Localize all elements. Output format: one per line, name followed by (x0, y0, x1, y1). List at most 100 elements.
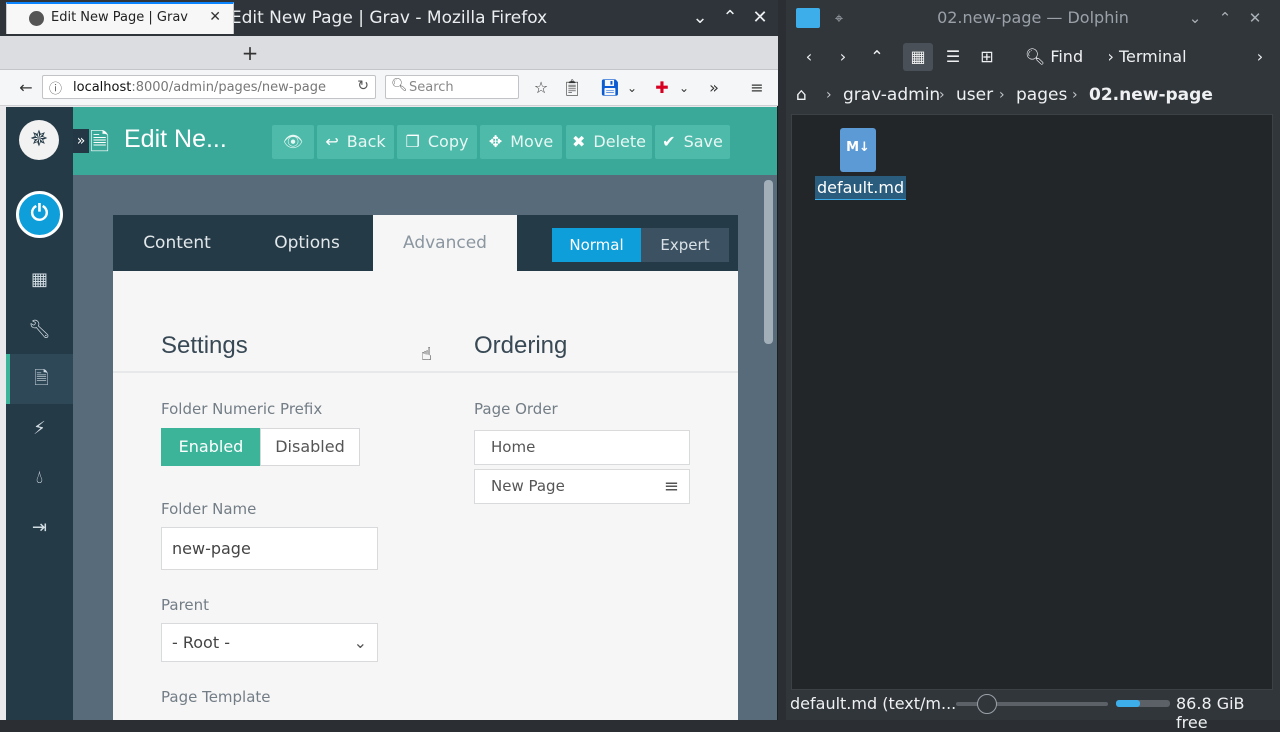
tab-content[interactable]: Content (113, 215, 241, 271)
save-dropdown-icon[interactable]: ⌄ (620, 77, 644, 99)
home-icon[interactable]: ⌂ (796, 84, 818, 106)
copy-button[interactable]: ❐ Copy (397, 125, 477, 159)
chevron-down-icon: ⌄ (353, 633, 367, 652)
close-window-icon[interactable]: ✕ (749, 7, 771, 29)
close-window-icon[interactable]: ✕ (1244, 7, 1266, 29)
delete-button[interactable]: ✖ Delete (566, 125, 652, 159)
addon-icon[interactable]: ✚ (650, 77, 674, 99)
site-info-icon[interactable]: ⓘ (49, 78, 62, 97)
page-scrollbar[interactable] (764, 180, 773, 344)
maximize-icon[interactable]: ⌃ (1214, 7, 1236, 29)
breadcrumb-pages[interactable]: pages (1016, 84, 1067, 106)
icons-view-icon[interactable]: ▦ (903, 43, 933, 71)
save-button[interactable]: ✔ Save (655, 125, 730, 159)
sidebar-item-themes[interactable]: 💧︎ (6, 453, 73, 503)
details-view-icon[interactable]: ⊞ (972, 43, 1002, 71)
expand-sidebar-icon[interactable]: » (73, 129, 89, 153)
file-view[interactable]: M↓ default.md (791, 114, 1273, 690)
tab-options[interactable]: Options (241, 215, 373, 271)
bookmark-star-icon[interactable]: ☆ (529, 77, 553, 99)
markdown-file-icon[interactable]: M↓ (840, 128, 876, 172)
search-icon: 🔍︎ (1024, 47, 1046, 66)
md-glyph: M↓ (846, 140, 870, 155)
save-label: Save (683, 132, 723, 151)
folder-prefix-label: Folder Numeric Prefix (161, 400, 323, 418)
plug-icon: ⚡︎ (33, 418, 46, 439)
tab-close-icon[interactable]: ✕ (209, 9, 221, 25)
tab-strip (0, 36, 778, 70)
zoom-slider-handle[interactable] (977, 694, 997, 714)
addon-dropdown-icon[interactable]: ⌄ (672, 77, 696, 99)
page-template-label: Page Template (161, 688, 271, 706)
up-chevron-icon[interactable]: ⌃ (866, 43, 888, 71)
sidebar-item-pages[interactable]: 🗎 (6, 354, 73, 404)
forward-chevron-icon[interactable]: › (832, 43, 854, 71)
minimize-icon[interactable]: ⌄ (689, 7, 711, 29)
settings-heading: Settings (161, 332, 248, 359)
grav-logo[interactable]: ✵ (19, 120, 59, 160)
file-name-label[interactable]: default.md (815, 176, 907, 200)
file-icon: 🗎 (34, 368, 49, 389)
breadcrumb-separator: › (939, 87, 945, 103)
back-arrow-icon[interactable]: ← (14, 77, 38, 99)
delete-label: Delete (593, 132, 646, 151)
free-space-fill (1116, 700, 1140, 707)
new-tab-icon[interactable]: + (240, 40, 260, 66)
parent-label: Parent (161, 596, 210, 614)
breadcrumb-grav-admin[interactable]: grav-admin (843, 84, 940, 106)
search-bar[interactable]: 🔍︎ Search (385, 75, 519, 99)
page-icon: 🗎 (90, 129, 110, 156)
drag-handle-icon[interactable]: ≡ (664, 470, 679, 503)
more-chevron-icon[interactable]: › (1250, 43, 1270, 71)
mode-expert-button[interactable]: Expert (641, 228, 729, 262)
folder-name-label: Folder Name (161, 500, 257, 518)
dolphin-titlebar: ⌖ 02.new-page — Dolphin ⌄ ⌃ ✕ (786, 0, 1280, 36)
url-bar[interactable]: ⓘ localhost:8000/admin/pages/new-page ↻ (42, 75, 376, 99)
order-item-home[interactable]: Home (474, 430, 690, 465)
reload-icon[interactable]: ↻ (357, 78, 369, 94)
sidebar-item-configuration[interactable]: 🔧︎ (6, 305, 73, 355)
maximize-icon[interactable]: ⌃ (719, 7, 741, 29)
ordering-heading: Ordering (474, 332, 568, 359)
compact-view-icon[interactable]: ☰ (938, 43, 968, 71)
search-placeholder: Search (409, 80, 454, 95)
tab-advanced[interactable]: Advanced (373, 215, 517, 271)
mode-normal-button[interactable]: Normal (552, 228, 641, 262)
free-space-text: 86.8 GiB free (1176, 694, 1245, 732)
close-icon: ✖ (572, 132, 586, 151)
save-disk-icon[interactable]: 💾︎ (598, 77, 622, 99)
hamburger-menu-icon[interactable]: ≡ (745, 77, 769, 99)
terminal-button[interactable]: › Terminal (1100, 43, 1194, 71)
move-label: Move (510, 132, 554, 151)
preview-button[interactable]: 👁︎ (272, 125, 314, 159)
user-avatar[interactable]: ⏻ (16, 191, 63, 238)
back-button[interactable]: ↩ Back (317, 125, 394, 159)
find-button[interactable]: 🔍︎ Find (1022, 43, 1086, 71)
prefix-enabled-toggle[interactable]: Enabled (161, 428, 261, 466)
breadcrumb-separator: › (1072, 87, 1078, 103)
copy-label: Copy (427, 132, 469, 151)
order-item-new-page[interactable]: New Page ≡ (474, 469, 690, 504)
page-order-label: Page Order (474, 400, 558, 418)
sidebar-item-plugins[interactable]: ⚡︎ (6, 404, 73, 454)
overflow-chevron-icon[interactable]: » (702, 77, 726, 99)
parent-select[interactable]: - Root - ⌄ (161, 623, 378, 662)
reader-list-icon[interactable]: 📋︎ (560, 77, 584, 99)
mouse-cursor-icon: ☝︎ (421, 344, 432, 365)
browser-tab[interactable]: Edit New Page | Grav ✕ (6, 2, 234, 34)
move-button[interactable]: ✥ Move (480, 125, 562, 159)
terminal-icon: › (1107, 47, 1114, 66)
breadcrumb-current[interactable]: 02.new-page (1089, 84, 1213, 106)
prefix-disabled-toggle[interactable]: Disabled (260, 428, 360, 466)
find-label: Find (1050, 47, 1084, 66)
back-chevron-icon[interactable]: ‹ (798, 43, 820, 71)
grav-logo-icon: ✵ (29, 127, 49, 152)
sidebar-item-dashboard[interactable]: ▦ (6, 255, 73, 305)
back-label: Back (346, 132, 386, 151)
check-icon: ✔ (662, 132, 676, 151)
minimize-icon[interactable]: ⌄ (1184, 7, 1206, 29)
sidebar-item-logout[interactable]: ⇥ (6, 503, 73, 553)
parent-value: - Root - (172, 633, 230, 652)
folder-name-input[interactable]: new-page (161, 527, 378, 570)
breadcrumb-user[interactable]: user (956, 84, 993, 106)
